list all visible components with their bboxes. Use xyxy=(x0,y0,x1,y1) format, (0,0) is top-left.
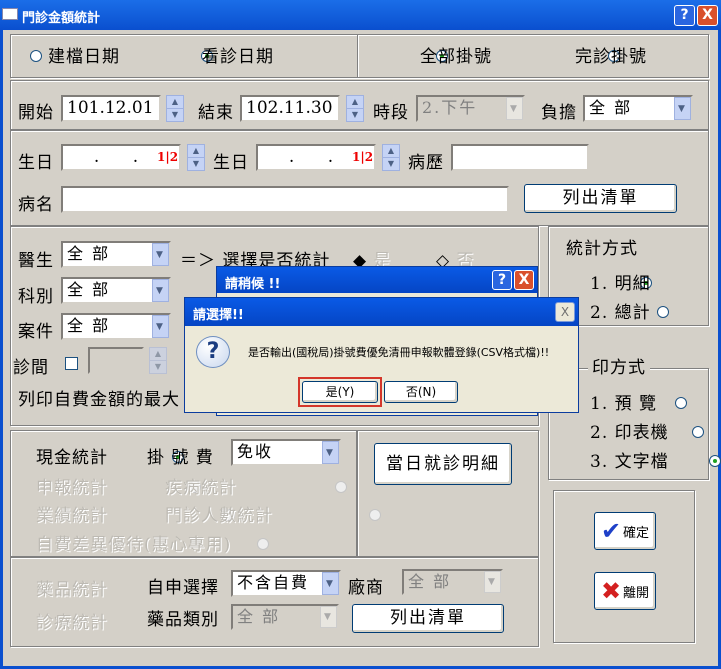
label-all-register: 全部掛號 xyxy=(420,47,492,67)
label-birth-1: 生日 xyxy=(18,153,54,173)
label-stat-total: 2. 總計 xyxy=(590,303,651,323)
chevron-down-icon: ▼ xyxy=(320,606,337,628)
birth-stepper-1[interactable]: ▲ ▼ xyxy=(187,144,205,171)
ok-button[interactable]: ✔ 確定 xyxy=(594,512,656,550)
label-room: 診間 xyxy=(13,358,49,378)
label-print-preview: 1. 預 覽 xyxy=(590,394,658,414)
yes-button[interactable]: 是(Y) xyxy=(302,381,378,403)
confirm-message: 是否輸出(國稅局)掛號費優免清冊申報軟體登錄(CSV格式檔)!! xyxy=(248,346,550,359)
start-date-input[interactable]: 101.12.01 xyxy=(61,95,161,122)
label-start: 開始 xyxy=(18,103,54,123)
label-doctor: 醫生 xyxy=(18,251,54,271)
check-icon: ✔ xyxy=(600,517,622,545)
leave-button[interactable]: ✖ 離開 xyxy=(594,572,656,610)
label-vendor: 廠商 xyxy=(348,578,384,598)
drug-cat-select: 全 部 ▼ xyxy=(231,604,339,630)
cursor-mark-1: 1|2 xyxy=(157,150,179,164)
vendor-select: 全 部 ▼ xyxy=(402,569,503,595)
slot-select: 2.下午 ▼ xyxy=(416,95,525,122)
radio-print-printer[interactable] xyxy=(691,426,704,438)
room-input xyxy=(88,347,144,374)
wait-help-button[interactable]: ? xyxy=(492,270,512,290)
disease-list-button[interactable]: 列出清單 xyxy=(524,184,677,213)
radio-print-textfile[interactable] xyxy=(708,455,721,467)
drug-list-button[interactable]: 列出清單 xyxy=(352,604,504,633)
label-slot: 時段 xyxy=(373,103,409,123)
wait-close-button[interactable]: X xyxy=(514,270,534,290)
end-date-input[interactable]: 102.11.30 xyxy=(240,95,340,122)
window-icon xyxy=(2,8,18,20)
label-stat-detail: 1. 明細 xyxy=(590,274,651,294)
no-button[interactable]: 否(N) xyxy=(384,381,458,403)
start-date-stepper[interactable]: ▲ ▼ xyxy=(166,95,184,122)
label-dept: 科別 xyxy=(18,287,54,307)
label-perf-stat: 業績統計 xyxy=(36,506,108,526)
chevron-down-icon: ▼ xyxy=(152,279,169,302)
case-select[interactable]: 全 部 ▼ xyxy=(61,313,171,340)
label-disease: 病名 xyxy=(18,195,54,215)
label-burden: 負擔 xyxy=(541,103,577,123)
help-button[interactable]: ? xyxy=(674,5,695,26)
cursor-mark-2: 1|2 xyxy=(352,150,374,164)
label-print-textfile: 3. 文字檔 xyxy=(590,452,669,472)
chevron-down-icon: ▼ xyxy=(484,571,501,593)
label-create-date: 建檔日期 xyxy=(48,47,120,67)
radio-create-date[interactable] xyxy=(30,50,42,62)
self-select[interactable]: 不含自費 ▼ xyxy=(231,570,341,597)
question-icon: ? xyxy=(196,336,230,368)
daily-detail-button[interactable]: 當日就診明細 xyxy=(374,443,512,485)
confirm-close-button[interactable]: X xyxy=(555,302,575,322)
window-title: 門診金額統計 xyxy=(22,11,101,26)
label-case: 案件 xyxy=(18,322,54,342)
label-history: 病歷 xyxy=(408,153,444,173)
confirm-dialog-title: 請選擇!! xyxy=(185,298,578,326)
label-count-stat: 門診人數統計 xyxy=(165,506,273,526)
birth-stepper-2[interactable]: ▲ ▼ xyxy=(382,144,400,171)
label-cash-stat: 現金統計 xyxy=(36,448,108,468)
register-type-group xyxy=(357,34,709,78)
radio-disease-stat xyxy=(335,481,348,493)
label-end: 結束 xyxy=(198,103,234,123)
label-diff-stat: 自費差異優待(惠心專用) xyxy=(36,535,232,555)
label-print-printer: 2. 印表機 xyxy=(590,423,669,443)
label-birth-2: 生日 xyxy=(213,153,249,173)
cross-icon: ✖ xyxy=(600,577,622,605)
wait-dialog-title: 請稍候 !! xyxy=(217,267,537,293)
stat-mode-title: 統計方式 xyxy=(562,234,642,259)
label-disease-stat: 疾病統計 xyxy=(165,478,237,498)
chevron-down-icon: ▼ xyxy=(506,97,523,120)
label-visit-date: 看診日期 xyxy=(202,47,274,67)
label-self-select: 自申選擇 xyxy=(147,578,219,598)
chevron-down-icon: ▼ xyxy=(322,441,339,464)
doctor-select[interactable]: 全 部 ▼ xyxy=(61,241,171,268)
label-report-stat: 申報統計 xyxy=(36,478,108,498)
room-stepper: ▲ ▼ xyxy=(149,347,167,374)
close-button[interactable]: X xyxy=(697,5,718,26)
chevron-down-icon: ▼ xyxy=(152,243,169,266)
dept-select[interactable]: 全 部 ▼ xyxy=(61,277,171,304)
label-drug-cat: 藥品類別 xyxy=(147,610,219,630)
label-fee: 掛 號 費 xyxy=(147,448,214,468)
room-checkbox[interactable] xyxy=(65,357,78,370)
fee-select[interactable]: 免收 ▼ xyxy=(231,439,341,466)
chevron-down-icon: ▼ xyxy=(152,315,169,338)
chevron-down-icon: ▼ xyxy=(322,572,339,595)
print-mode-title: 印方式 xyxy=(588,353,650,378)
radio-print-preview[interactable] xyxy=(674,397,687,409)
label-done-register: 完診掛號 xyxy=(575,47,647,67)
window-titlebar xyxy=(0,0,721,30)
history-input[interactable] xyxy=(451,144,589,171)
label-treat-stat: 診療統計 xyxy=(36,613,108,633)
chevron-down-icon: ▼ xyxy=(674,97,691,120)
label-print-max: 列印自費金額的最大 xyxy=(18,390,180,410)
burden-select[interactable]: 全 部 ▼ xyxy=(583,95,693,122)
end-date-stepper[interactable]: ▲ ▼ xyxy=(346,95,364,122)
disease-input[interactable] xyxy=(61,186,509,213)
label-drug-stat: 藥品統計 xyxy=(36,580,108,600)
